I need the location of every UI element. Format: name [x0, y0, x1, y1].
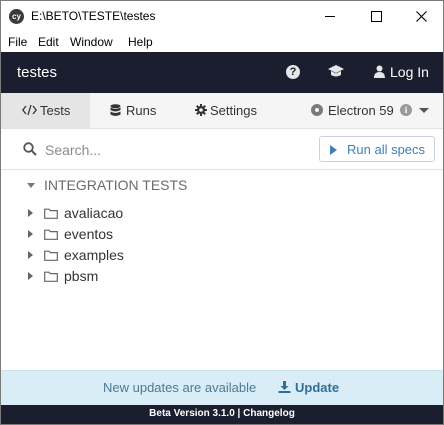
database-icon — [110, 104, 121, 116]
menu-help[interactable]: Help — [128, 35, 153, 49]
run-all-specs-label: Run all specs — [347, 142, 426, 157]
section-label: INTEGRATION TESTS — [44, 177, 188, 193]
search-icon — [23, 142, 37, 156]
close-icon — [416, 11, 427, 22]
folder-row[interactable]: examples — [1, 245, 443, 265]
folder-icon — [44, 229, 58, 240]
tab-tests-label: Tests — [40, 103, 71, 118]
login-label: Log In — [390, 64, 429, 80]
app-window: cy E:\BETO\TESTE\testes File Edit Window… — [0, 0, 444, 425]
tab-runs-label: Runs — [126, 103, 157, 118]
caret-right-icon — [28, 230, 33, 238]
minimize-button[interactable] — [307, 1, 353, 32]
folder-label: pbsm — [64, 268, 99, 284]
app-header: testes ? Log In — [1, 52, 443, 93]
tab-tests[interactable]: Tests — [1, 93, 90, 128]
menu-bar: File Edit Window Help — [1, 32, 443, 52]
caret-down-icon — [27, 183, 35, 188]
tab-settings[interactable]: Settings — [177, 93, 281, 128]
help-icon[interactable]: ? — [286, 65, 300, 79]
cypress-logo-icon: cy — [9, 9, 24, 24]
download-icon[interactable] — [278, 381, 291, 393]
title-bar: cy E:\BETO\TESTE\testes — [1, 1, 443, 32]
footer: Beta Version 3.1.0 | Changelog — [1, 405, 443, 424]
project-name: testes — [17, 64, 58, 81]
caret-right-icon — [28, 209, 33, 217]
maximize-button[interactable] — [353, 1, 399, 32]
graduation-cap-icon[interactable] — [327, 64, 345, 78]
tab-runs[interactable]: Runs — [90, 93, 177, 128]
caret-right-icon — [28, 272, 33, 280]
update-message: New updates are available — [103, 380, 257, 395]
caret-right-icon — [28, 251, 33, 259]
menu-file[interactable]: File — [8, 35, 27, 49]
search-bar: Run all specs — [1, 129, 443, 170]
user-icon — [374, 65, 385, 78]
folder-row[interactable]: pbsm — [1, 266, 443, 286]
window-title: E:\BETO\TESTE\testes — [31, 9, 156, 23]
browser-label: Electron 59 — [328, 103, 394, 118]
nav-bar: Tests Runs Settings Electron 59 i — [1, 93, 443, 129]
folder-row[interactable]: eventos — [1, 224, 443, 244]
browser-selector[interactable]: Electron 59 i — [311, 93, 439, 128]
specs-list: INTEGRATION TESTS avaliacao eventos exam… — [1, 171, 443, 371]
folder-icon — [44, 271, 58, 282]
chevron-down-icon[interactable] — [419, 108, 429, 113]
menu-window[interactable]: Window — [70, 35, 113, 49]
menu-edit[interactable]: Edit — [38, 35, 59, 49]
info-icon[interactable]: i — [400, 104, 412, 116]
folder-icon — [44, 250, 58, 261]
folder-label: eventos — [64, 226, 114, 242]
gear-icon — [195, 104, 207, 116]
close-button[interactable] — [399, 1, 444, 32]
update-banner: New updates are available Update — [1, 370, 443, 405]
code-icon — [22, 104, 37, 116]
run-all-specs-button[interactable]: Run all specs — [319, 136, 435, 162]
search-input[interactable] — [45, 140, 295, 160]
folder-label: examples — [64, 247, 124, 263]
version-text: Beta Version 3.1.0 — [149, 408, 235, 419]
folder-label: avaliacao — [64, 205, 124, 221]
play-icon — [330, 145, 337, 155]
footer-separator: | — [234, 408, 244, 419]
integration-tests-header[interactable]: INTEGRATION TESTS — [1, 175, 443, 197]
chrome-icon — [311, 104, 323, 116]
footer-text: Beta Version 3.1.0 | Changelog — [1, 408, 443, 419]
changelog-link[interactable]: Changelog — [243, 408, 295, 419]
folder-icon — [44, 208, 58, 219]
update-link[interactable]: Update — [295, 380, 339, 395]
folder-row[interactable]: avaliacao — [1, 203, 443, 223]
tab-settings-label: Settings — [210, 103, 257, 118]
